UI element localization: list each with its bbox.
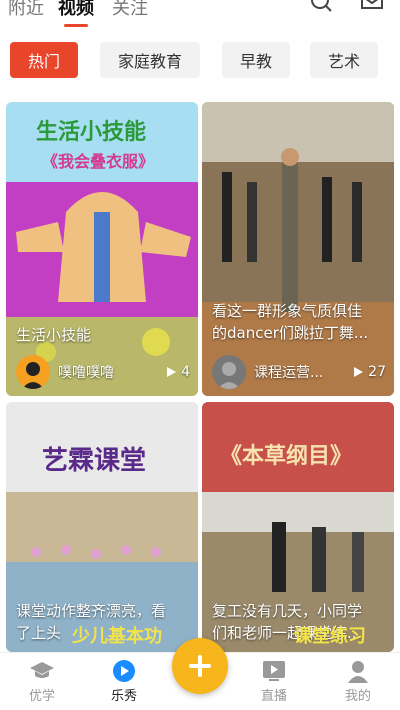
nav-item-zhibo[interactable]: 直播 <box>244 657 304 704</box>
live-tv-icon <box>244 657 304 685</box>
nav-item-lexiu[interactable]: 乐秀 <box>94 657 154 704</box>
create-post-button[interactable] <box>172 638 228 694</box>
play-bubble-icon <box>94 657 154 685</box>
top-tab-bar: 附近 视频 关注 <box>0 0 400 30</box>
tab-video[interactable]: 视频 <box>58 0 94 20</box>
play-count: 27 <box>352 364 386 380</box>
play-icon <box>167 367 177 377</box>
thumbnail-title: 艺霖课堂 <box>42 446 147 476</box>
video-card[interactable]: 艺霖课堂 课堂动作整齐漂亮，看 了上头 少儿基本功 <box>6 402 198 652</box>
play-count-value: 27 <box>368 364 386 380</box>
video-caption-line-1: 课堂动作整齐漂亮，看 <box>16 602 167 620</box>
video-thumbnail <box>202 102 394 396</box>
graduation-cap-icon <box>12 657 72 685</box>
nav-label: 我的 <box>344 689 371 704</box>
search-icon[interactable] <box>310 0 334 20</box>
play-count: 4 <box>165 364 190 380</box>
chip-hot[interactable]: 热门 <box>10 42 78 78</box>
video-card[interactable]: 看这一群形象气质俱佳 的dancer们跳拉丁舞... 课程运营... 27 <box>202 102 394 396</box>
chip-family-education[interactable]: 家庭教育 <box>100 42 200 78</box>
nav-label: 直播 <box>260 689 287 704</box>
video-card[interactable]: 生活小技能 《我会叠衣服》 生活小技能 噗噜噗噜 4 <box>6 102 198 396</box>
plus-icon <box>189 655 211 677</box>
nav-item-youxue[interactable]: 优学 <box>12 657 72 704</box>
profile-icon <box>328 657 388 685</box>
chip-art[interactable]: 艺术 <box>310 42 378 78</box>
nav-label: 优学 <box>28 689 55 704</box>
play-count-value: 4 <box>181 364 190 380</box>
video-thumbnail <box>6 102 198 396</box>
thumbnail-title: 生活小技能 <box>36 120 147 145</box>
nav-label: 乐秀 <box>110 689 137 704</box>
author-name[interactable]: 课程运营... <box>254 362 352 382</box>
author-name[interactable]: 噗噜噗噜 <box>58 362 165 382</box>
chip-early-education[interactable]: 早教 <box>222 42 290 78</box>
video-caption-line-1: 复工没有几天，小同学 <box>212 602 363 620</box>
video-meta: 课程运营... 27 <box>212 354 386 390</box>
video-card[interactable]: 《本草纲目》 复工没有几天，小同学 们和老师一起课堂练... 课堂练习 <box>202 402 394 652</box>
thumbnail-title: 《本草纲目》 <box>220 444 353 469</box>
category-chips: 热门 家庭教育 早教 艺术 <box>0 42 400 80</box>
tab-follow[interactable]: 关注 <box>112 0 148 20</box>
avatar[interactable] <box>212 355 246 389</box>
avatar[interactable] <box>16 355 50 389</box>
video-meta: 噗噜噗噜 4 <box>16 354 190 390</box>
video-caption-line-2: 的dancer们跳拉丁舞... <box>212 324 369 342</box>
video-caption-line-1: 看这一群形象气质俱佳 <box>212 302 363 320</box>
message-icon[interactable] <box>360 0 384 20</box>
thumbnail-subtitle: 《我会叠衣服》 <box>42 152 155 171</box>
active-tab-indicator <box>64 24 88 27</box>
play-icon <box>354 367 364 377</box>
overlay-text: 少儿基本功 <box>72 626 162 647</box>
nav-item-wode[interactable]: 我的 <box>328 657 388 704</box>
tab-nearby[interactable]: 附近 <box>8 0 44 20</box>
overlay-text: 课堂练习 <box>294 626 366 647</box>
video-caption: 生活小技能 <box>16 326 92 344</box>
